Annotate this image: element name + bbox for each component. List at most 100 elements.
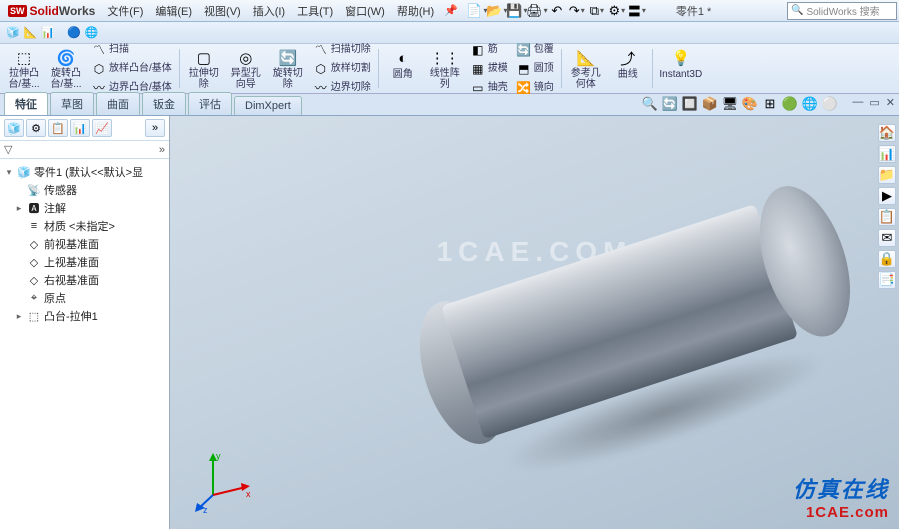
view-appearance-icon[interactable]: 🎨 <box>741 95 759 113</box>
tree-tab-3[interactable]: 📋 <box>48 119 68 137</box>
view-rotate-icon[interactable]: 🔄 <box>661 95 679 113</box>
qat-print-icon[interactable]: 🖨 <box>528 2 546 20</box>
menu-view[interactable]: 视图(V) <box>198 0 247 22</box>
menu-window[interactable]: 窗口(W) <box>339 0 391 22</box>
cmd-instant3d[interactable]: 💡Instant3D <box>657 46 705 91</box>
tree-filter[interactable]: ▽ » <box>0 141 169 159</box>
cmd-extrude-boss[interactable]: ⬚拉伸凸 台/基... <box>4 46 44 91</box>
menu-file[interactable]: 文件(F) <box>101 0 149 22</box>
origin-icon: ⌖ <box>27 291 41 305</box>
cmd-loft-cut[interactable]: ⬡放样切割 <box>310 60 374 78</box>
annot-icon: 🅰 <box>27 201 41 215</box>
search-input[interactable]: 🔍 SolidWorks 搜索 <box>787 2 897 20</box>
cmd-extrude-cut[interactable]: ▢拉伸切 除 <box>184 46 224 91</box>
cmd-wrap[interactable]: 🔄包覆 <box>513 41 557 59</box>
tab-features[interactable]: 特征 <box>4 92 48 115</box>
tree-sensors[interactable]: 📡传感器 <box>2 181 167 199</box>
menu-bar: SW SolidWorks 文件(F) 编辑(E) 视图(V) 插入(I) 工具… <box>0 0 899 22</box>
tree-root[interactable]: ▾🧊零件1 (默认<<默认>显 <box>2 163 167 181</box>
tree-boss-extrude1[interactable]: ▸⬚凸台-拉伸1 <box>2 307 167 325</box>
app-logo: SW SolidWorks <box>2 4 101 18</box>
tree-annotations[interactable]: ▸🅰注解 <box>2 199 167 217</box>
tree-right-plane[interactable]: ◇右视基准面 <box>2 271 167 289</box>
qat-undo-icon[interactable]: ↶ <box>548 2 566 20</box>
tree-tab-4[interactable]: 📊 <box>70 119 90 137</box>
qat-new-icon[interactable]: 📄 <box>468 2 486 20</box>
orientation-triad[interactable]: y x z <box>188 445 258 515</box>
model-cylinder[interactable] <box>394 128 886 529</box>
cmd-draft[interactable]: ▦拔模 <box>467 60 511 78</box>
tree-tab-more[interactable]: » <box>145 119 165 137</box>
tree-front-plane[interactable]: ◇前视基准面 <box>2 235 167 253</box>
view-section-icon[interactable]: 🔲 <box>681 95 699 113</box>
cmd-rib[interactable]: ◧筋 <box>467 41 511 59</box>
cmd-sweep[interactable]: 〽扫描 <box>88 41 175 59</box>
win-close[interactable]: ✕ <box>886 96 895 109</box>
tab-sheetmetal[interactable]: 钣金 <box>142 92 186 115</box>
menu-help[interactable]: 帮助(H) <box>391 0 440 22</box>
sb-icon-5[interactable]: 🌐 <box>85 26 99 39</box>
tree-tab-1[interactable]: 🧊 <box>4 119 24 137</box>
sb-icon-3[interactable]: 📊 <box>41 26 55 39</box>
cmd-hole-wizard[interactable]: ◎异型孔 向导 <box>226 46 266 91</box>
taskpane-explorer-icon[interactable]: ▶ <box>878 187 896 205</box>
rib-icon: ◧ <box>470 42 486 58</box>
loft-cut-icon: ⬡ <box>313 61 329 77</box>
taskpane-home-icon[interactable]: 🏠 <box>878 124 896 142</box>
taskpane-resources-icon[interactable]: 📊 <box>878 145 896 163</box>
tree-top-plane[interactable]: ◇上视基准面 <box>2 253 167 271</box>
qat-redo-icon[interactable]: ↷ <box>568 2 586 20</box>
cmd-curves[interactable]: ⤴曲线 <box>608 46 648 91</box>
tab-surfaces[interactable]: 曲面 <box>96 92 140 115</box>
taskpane-view-icon[interactable]: 📋 <box>878 208 896 226</box>
view-orient-icon[interactable]: 📦 <box>701 95 719 113</box>
tab-row: 特征 草图 曲面 钣金 评估 DimXpert 🔍 🔄 🔲 📦 🖥 🎨 ⊞ 🟢 … <box>0 94 899 116</box>
qat-select-icon[interactable]: ⧉ <box>588 2 606 20</box>
content-area: 🧊 ⚙ 📋 📊 📈 » ▽ » ▾🧊零件1 (默认<<默认>显 📡传感器 ▸🅰注… <box>0 116 899 529</box>
qat-rebuild-icon[interactable]: ⚙ <box>608 2 626 20</box>
cmd-sweep-cut[interactable]: 〽扫描切除 <box>310 41 374 59</box>
revolve-icon: 🌀 <box>55 47 77 68</box>
qat-save-icon[interactable]: 💾 <box>508 2 526 20</box>
cmd-linear-pattern[interactable]: ⋮⋮线性阵 列 <box>425 46 465 91</box>
view-display-icon[interactable]: 🖥 <box>721 95 739 113</box>
menu-tools[interactable]: 工具(T) <box>291 0 339 22</box>
menu-edit[interactable]: 编辑(E) <box>149 0 198 22</box>
tree-tab-5[interactable]: 📈 <box>92 119 112 137</box>
extrude-icon: ⬚ <box>13 47 35 68</box>
taskpane-appearance-icon[interactable]: ✉ <box>878 229 896 247</box>
taskpane-library-icon[interactable]: 📁 <box>878 166 896 184</box>
qat-options-icon[interactable]: 〓 <box>628 2 646 20</box>
menu-insert[interactable]: 插入(I) <box>247 0 291 22</box>
win-min[interactable]: — <box>852 96 863 109</box>
qat-open-icon[interactable]: 📂 <box>488 2 506 20</box>
graphics-viewport[interactable]: 🏠 📊 📁 ▶ 📋 ✉ 🔒 📑 1CAE.COM y x <box>170 116 899 529</box>
cmd-refgeom[interactable]: 📐参考几 何体 <box>566 46 606 91</box>
win-max[interactable]: ▭ <box>869 96 879 109</box>
cmd-revolve-cut[interactable]: 🔄旋转切 除 <box>268 46 308 91</box>
fillet-icon: ◐ <box>392 47 414 69</box>
sb-icon-1[interactable]: 🧊 <box>6 26 20 39</box>
cmd-loft[interactable]: ⬡放样凸台/基体 <box>88 60 175 78</box>
view-zoom-icon[interactable]: 🔍 <box>641 95 659 113</box>
tree-tab-2[interactable]: ⚙ <box>26 119 46 137</box>
view-render-icon[interactable]: 🟢 <box>781 95 799 113</box>
cmd-fillet[interactable]: ◐圆角 <box>383 46 423 91</box>
taskpane-custom-icon[interactable]: 🔒 <box>878 250 896 268</box>
view-hide-icon[interactable]: 🌐 <box>801 95 819 113</box>
sb-icon-2[interactable]: 📐 <box>24 26 38 39</box>
tree-material[interactable]: ≡材质 <未指定> <box>2 217 167 235</box>
sb-icon-4[interactable]: 🔵 <box>67 26 81 39</box>
tree-origin[interactable]: ⌖原点 <box>2 289 167 307</box>
taskpane-extra-icon[interactable]: 📑 <box>878 271 896 289</box>
tab-dimxpert[interactable]: DimXpert <box>234 96 302 115</box>
view-scene-icon[interactable]: ⊞ <box>761 95 779 113</box>
view-settings-icon[interactable]: ⚪ <box>821 95 839 113</box>
tree-expand-icon[interactable]: » <box>159 144 165 156</box>
tab-sketch[interactable]: 草图 <box>50 92 94 115</box>
tab-evaluate[interactable]: 评估 <box>188 92 232 115</box>
tree-body: ▾🧊零件1 (默认<<默认>显 📡传感器 ▸🅰注解 ≡材质 <未指定> ◇前视基… <box>0 159 169 329</box>
cmd-revolve-boss[interactable]: 🌀旋转凸 台/基... <box>46 46 86 91</box>
menu-pin-icon[interactable]: 📌 <box>440 4 462 17</box>
cmd-dome[interactable]: ⬒圆顶 <box>513 60 557 78</box>
